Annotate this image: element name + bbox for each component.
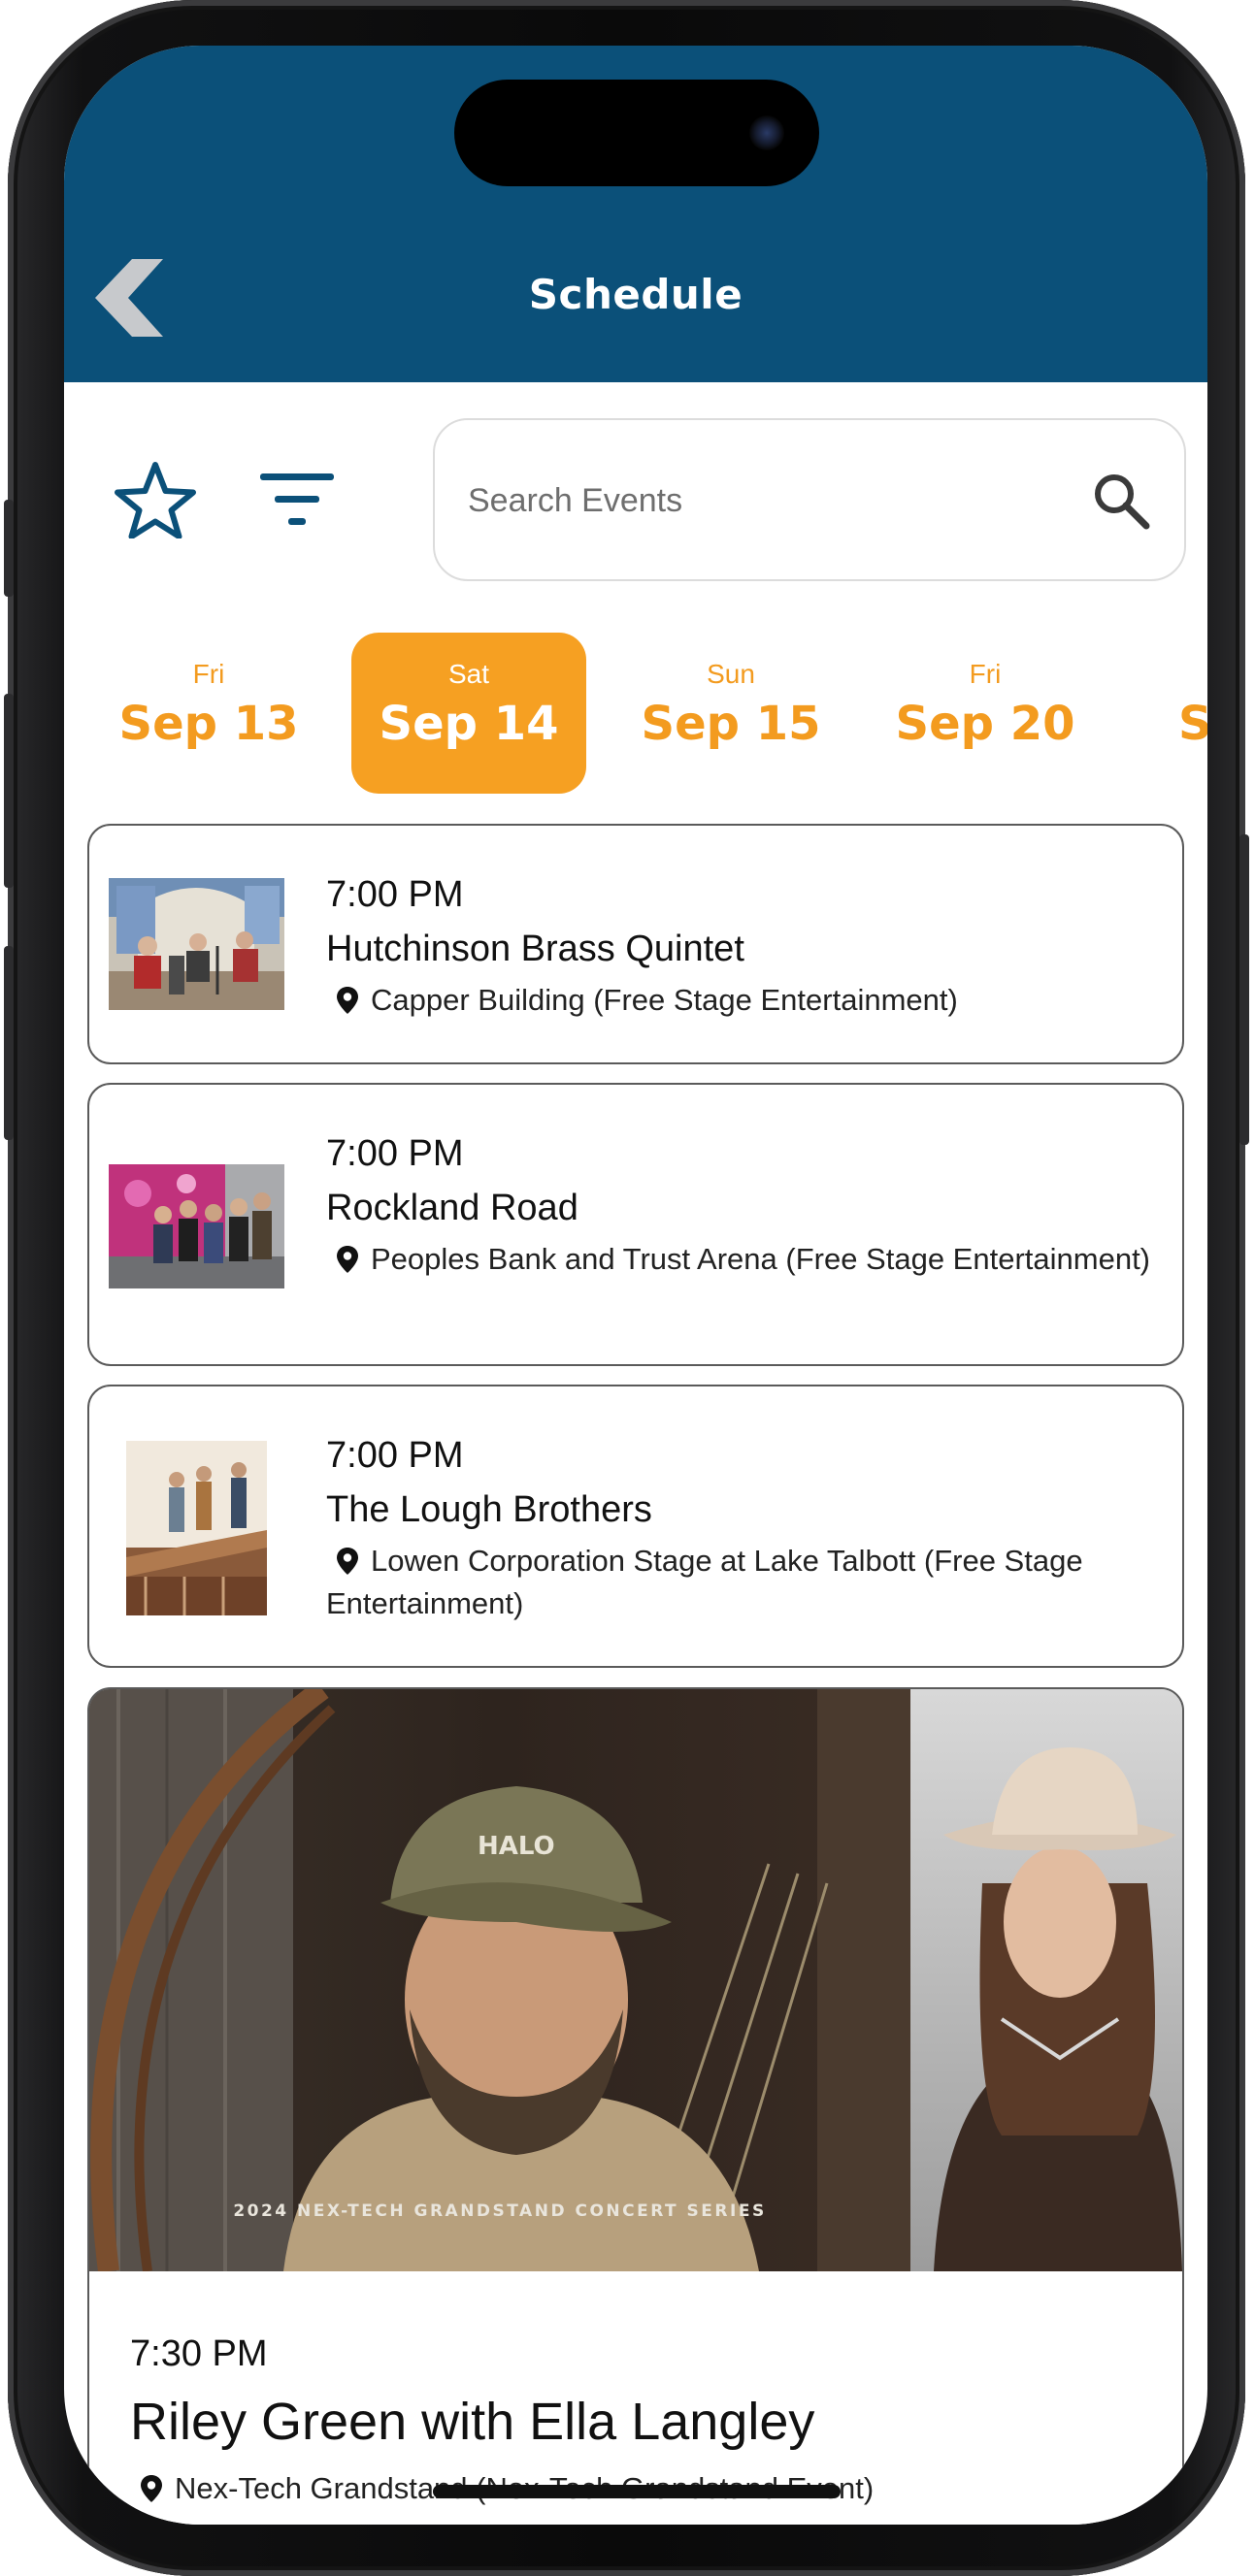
event-title: Hutchinson Brass Quintet: [326, 929, 744, 969]
event-time: 7:30 PM: [130, 2333, 268, 2374]
date-tab-date: Sep 20: [895, 697, 1075, 751]
app-screen: Schedule Fri Sep 13: [64, 46, 1207, 2525]
power-button: [1239, 834, 1249, 1145]
event-location: Lowen Corporation Stage at Lake Talbott …: [326, 1540, 1151, 1625]
date-tab-date: Sep 14: [379, 697, 559, 751]
date-tab-weekday: Sun: [707, 659, 755, 689]
event-thumbnail: [126, 1441, 267, 1615]
featured-event-banner: HALO 2024 NEX-TECH GRANDSTAND CONCERT SE…: [89, 1689, 1182, 2273]
date-tab-sep-15[interactable]: Sun Sep 15: [613, 633, 848, 794]
date-tab-weekday: Fri: [969, 659, 1002, 689]
featured-banner-caption: 2024 NEX-TECH GRANDSTAND CONCERT SERIES: [233, 2201, 767, 2221]
app-header: Schedule: [64, 46, 1207, 382]
event-thumbnail: [109, 878, 284, 1010]
event-time: 7:00 PM: [326, 1133, 464, 1174]
featured-event-card[interactable]: HALO 2024 NEX-TECH GRANDSTAND CONCERT SE…: [87, 1687, 1184, 2525]
location-pin-icon: [141, 2475, 162, 2502]
event-location-text: Lowen Corporation Stage at Lake Talbott …: [326, 1544, 1083, 1620]
event-location: Capper Building (Free Stage Entertainmen…: [326, 979, 1151, 1022]
date-tab-date: Sep 15: [641, 697, 821, 751]
event-card[interactable]: 7:00 PM The Lough Brothers Lowen Corpora…: [87, 1385, 1184, 1668]
event-card[interactable]: 7:00 PM Hutchinson Brass Quintet Capper …: [87, 824, 1184, 1064]
search-box: [433, 418, 1186, 581]
event-card[interactable]: 7:00 PM Rockland Road Peoples Bank and T…: [87, 1083, 1184, 1366]
date-tab-sep-20[interactable]: Fri Sep 20: [868, 633, 1103, 794]
phone-frame: Schedule Fri Sep 13: [4, 0, 1249, 2576]
volume-up-button: [4, 694, 14, 888]
search-input[interactable]: [466, 469, 1072, 533]
event-time: 7:00 PM: [326, 874, 464, 915]
date-tab-sep-13[interactable]: Fri Sep 13: [91, 633, 326, 794]
event-location: Peoples Bank and Trust Arena (Free Stage…: [326, 1238, 1151, 1281]
camera-icon: [749, 115, 784, 150]
location-pin-icon: [337, 987, 358, 1014]
action-button: [4, 500, 14, 597]
location-pin-icon: [337, 1548, 358, 1575]
date-tab-sep-14[interactable]: Sat Sep 14: [351, 633, 586, 794]
filter-lines-icon: [260, 473, 334, 525]
event-location-text: Capper Building (Free Stage Entertainmen…: [371, 983, 958, 1017]
date-tab-weekday: Fri: [192, 659, 225, 689]
cap-logo-text: HALO: [478, 1832, 555, 1861]
search-icon[interactable]: [1091, 471, 1151, 531]
event-title: Riley Green with Ella Langley: [130, 2393, 815, 2451]
star-outline-icon: [115, 462, 196, 539]
date-tab-weekday: Sat: [447, 659, 490, 689]
date-tab-date: Sep 13: [118, 697, 299, 751]
filter-button[interactable]: [258, 470, 336, 532]
location-pin-icon: [337, 1246, 358, 1273]
page-title: Schedule: [528, 271, 743, 318]
event-title: The Lough Brothers: [326, 1489, 652, 1530]
date-tab-next[interactable]: Se: [1178, 633, 1207, 794]
event-title: Rockland Road: [326, 1188, 578, 1228]
event-time: 7:00 PM: [326, 1435, 464, 1476]
volume-down-button: [4, 946, 14, 1140]
favorites-button[interactable]: [115, 461, 196, 539]
home-indicator[interactable]: [433, 2485, 841, 2498]
event-thumbnail: [109, 1164, 284, 1288]
event-location-text: Peoples Bank and Trust Arena (Free Stage…: [371, 1242, 1151, 1276]
date-tab-date: Se: [1178, 697, 1207, 751]
dynamic-island: [454, 80, 819, 186]
